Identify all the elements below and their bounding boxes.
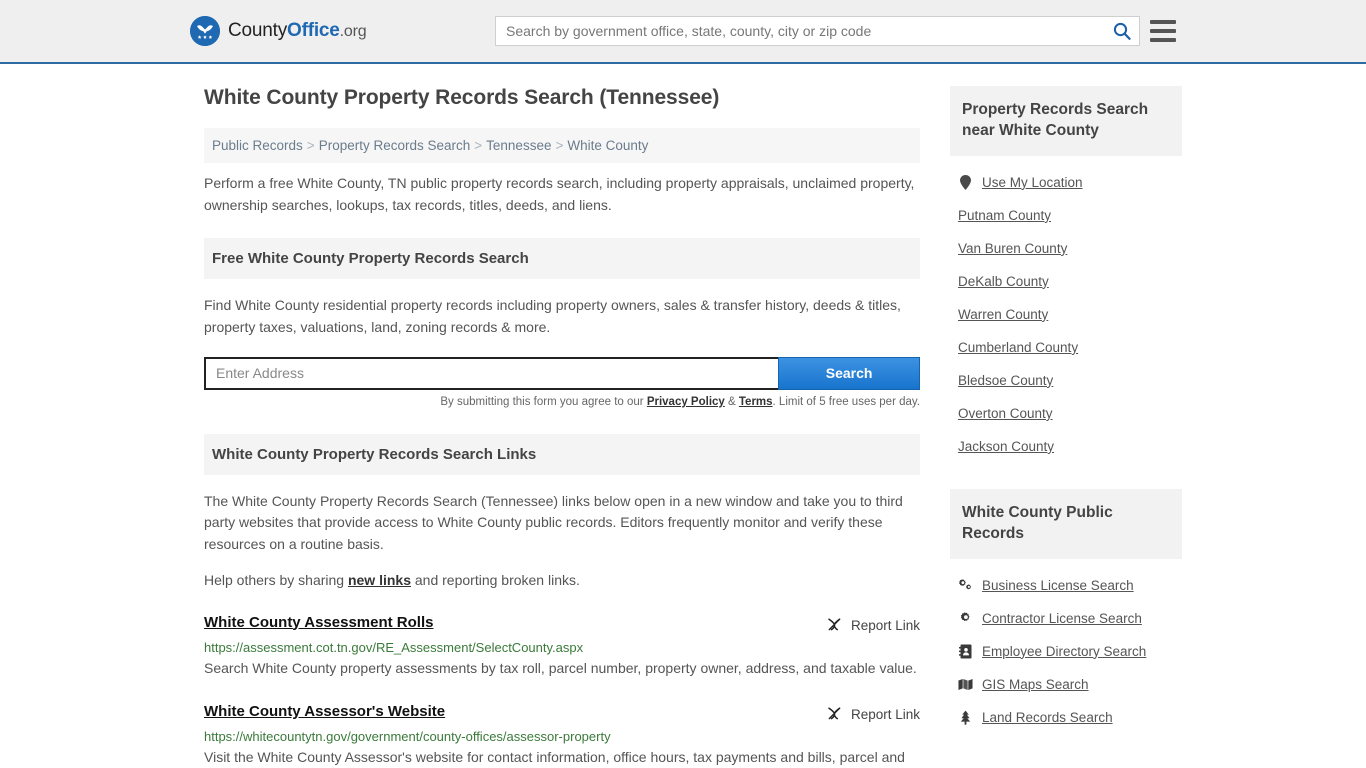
hamburger-menu-icon[interactable] — [1150, 20, 1176, 42]
sidebar-item-warren-county[interactable]: Warren County — [958, 298, 1174, 331]
sidebar-item-label: Employee Directory Search — [982, 643, 1147, 659]
help-suffix: and reporting broken links. — [411, 571, 580, 588]
breadcrumb-separator: > — [474, 138, 483, 153]
hamburger-bar — [1150, 20, 1176, 24]
free-search-description: Find White County residential property r… — [204, 297, 901, 336]
sidebar-item-label: Van Buren County — [958, 240, 1068, 256]
sidebar-item-label: Jackson County — [958, 438, 1055, 454]
hamburger-bar — [1150, 38, 1176, 42]
logo-text-office: Office — [287, 20, 340, 41]
map-pin-icon — [958, 174, 973, 190]
page-intro-text: Perform a free White County, TN public p… — [204, 175, 915, 213]
hamburger-bar — [1150, 29, 1176, 33]
link-description: Visit the White County Assessor's websit… — [204, 748, 905, 765]
links-section-paragraph: The White County Property Records Search… — [204, 492, 903, 553]
disclaimer-prefix: By submitting this form you agree to our — [440, 395, 647, 408]
sidebar-item-label: Overton County — [958, 405, 1053, 421]
map-icon — [958, 678, 973, 691]
sidebar-item-employee-directory-search[interactable]: Employee Directory Search — [958, 635, 1174, 668]
help-prefix: Help others by sharing — [204, 571, 348, 588]
sidebar-item-contractor-license-search[interactable]: Contractor License Search — [958, 602, 1174, 635]
sidebar-item-label: GIS Maps Search — [982, 676, 1089, 692]
sidebar-item-van-buren-county[interactable]: Van Buren County — [958, 232, 1174, 265]
privacy-policy-link[interactable]: Privacy Policy — [647, 396, 725, 408]
link-title[interactable]: White County Assessment Rolls — [204, 614, 433, 631]
page-title: White County Property Records Search (Te… — [204, 86, 720, 109]
cogs-icon — [958, 578, 973, 592]
gear-icon — [958, 611, 973, 625]
main-content: White County Property Records Search (Te… — [204, 86, 920, 768]
logo-text-county: County — [228, 20, 288, 41]
broken-link-icon — [826, 705, 843, 725]
sidebar-item-label: Business License Search — [982, 577, 1134, 593]
sidebar-item-label: Putnam County — [958, 207, 1052, 223]
page-body: White County Property Records Search (Te… — [0, 64, 1366, 768]
breadcrumb-item-tennessee[interactable]: Tennessee — [486, 138, 551, 153]
link-title[interactable]: White County Assessor's Website — [204, 703, 445, 720]
logo-text-org: .org — [339, 23, 367, 40]
broken-link-icon — [826, 616, 843, 636]
breadcrumb-item-white-county[interactable]: White County — [567, 138, 648, 153]
disclaimer-suffix: . Limit of 5 free uses per day. — [772, 395, 920, 408]
sidebar-item-label: Use My Location — [982, 174, 1083, 190]
sidebar-nearby-heading: Property Records Search near White Count… — [950, 86, 1182, 156]
tree-icon — [958, 710, 973, 725]
report-link-button[interactable]: Report Link — [826, 703, 920, 725]
link-url[interactable]: https://whitecountytn.gov/government/cou… — [204, 729, 920, 744]
address-book-icon — [958, 644, 973, 659]
breadcrumb: Public Records > Property Records Search > T… — [204, 128, 920, 163]
sidebar-item-putnam-county[interactable]: Putnam County — [958, 199, 1174, 232]
link-entry-header: White County Assessment Rolls Report Lin… — [204, 614, 920, 636]
search-icon[interactable] — [1105, 17, 1139, 45]
sidebar-item-dekalb-county[interactable]: DeKalb County — [958, 265, 1174, 298]
address-search-button[interactable]: Search — [778, 356, 920, 390]
report-link-label: Report Link — [850, 618, 920, 633]
site-logo[interactable]: CountyOffice.org — [190, 16, 367, 46]
search-input[interactable] — [496, 17, 1105, 45]
sidebar-item-label: Contractor License Search — [982, 610, 1142, 626]
form-disclaimer: By submitting this form you agree to our… — [204, 396, 920, 408]
sidebar-item-label: Land Records Search — [982, 709, 1113, 725]
eagle-seal-icon — [190, 16, 220, 46]
sidebar-item-label: Warren County — [958, 306, 1049, 322]
site-header: CountyOffice.org — [0, 0, 1366, 64]
terms-link[interactable]: Terms — [739, 396, 773, 408]
logo-wordmark: CountyOffice.org — [228, 20, 367, 42]
link-entry: White County Assessment Rolls Report Lin… — [204, 614, 920, 679]
link-description: Search White County property assessments… — [204, 659, 917, 676]
sidebar-nearby-list: Use My Location Putnam County Van Buren … — [950, 156, 1182, 467]
address-input[interactable] — [204, 356, 779, 390]
sidebar-item-overton-county[interactable]: Overton County — [958, 397, 1174, 430]
report-link-button[interactable]: Report Link — [826, 614, 920, 636]
sidebar: Property Records Search near White Count… — [950, 86, 1182, 768]
sidebar-item-label: DeKalb County — [958, 273, 1049, 289]
report-link-label: Report Link — [850, 707, 920, 723]
links-section-heading: White County Property Records Search Lin… — [204, 433, 920, 475]
new-links-link[interactable]: new links — [348, 572, 411, 588]
link-url[interactable]: https://assessment.cot.tn.gov/RE_Assessm… — [204, 640, 920, 655]
breadcrumb-separator: > — [555, 138, 564, 153]
disclaimer-amp: & — [724, 395, 739, 408]
breadcrumb-item-public-records[interactable]: Public Records — [212, 138, 303, 153]
breadcrumb-separator: > — [306, 138, 315, 153]
sidebar-public-records-heading: White County Public Records — [950, 488, 1182, 559]
sidebar-item-jackson-county[interactable]: Jackson County — [958, 430, 1174, 463]
address-search-form: Search — [204, 356, 920, 390]
link-entry: White County Assessor's Website Report L… — [204, 703, 920, 768]
sidebar-item-bledsoe-county[interactable]: Bledsoe County — [958, 364, 1174, 397]
free-search-heading: Free White County Property Records Searc… — [204, 238, 920, 280]
sidebar-item-gis-maps-search[interactable]: GIS Maps Search — [958, 668, 1174, 701]
link-entry-header: White County Assessor's Website Report L… — [204, 703, 920, 725]
sidebar-public-records-list: Business License Search Contractor Licen… — [950, 559, 1182, 738]
breadcrumb-item-property-records-search[interactable]: Property Records Search — [319, 138, 471, 153]
sidebar-item-label: Cumberland County — [958, 339, 1079, 355]
sidebar-item-business-license-search[interactable]: Business License Search — [958, 569, 1174, 602]
sidebar-item-cumberland-county[interactable]: Cumberland County — [958, 331, 1174, 364]
global-search-bar[interactable] — [495, 16, 1140, 46]
links-help-text: Help others by sharing new links and rep… — [204, 570, 920, 592]
sidebar-item-label: Bledsoe County — [958, 372, 1054, 388]
sidebar-item-use-my-location[interactable]: Use My Location — [958, 166, 1174, 199]
sidebar-item-land-records-search[interactable]: Land Records Search — [958, 701, 1174, 734]
